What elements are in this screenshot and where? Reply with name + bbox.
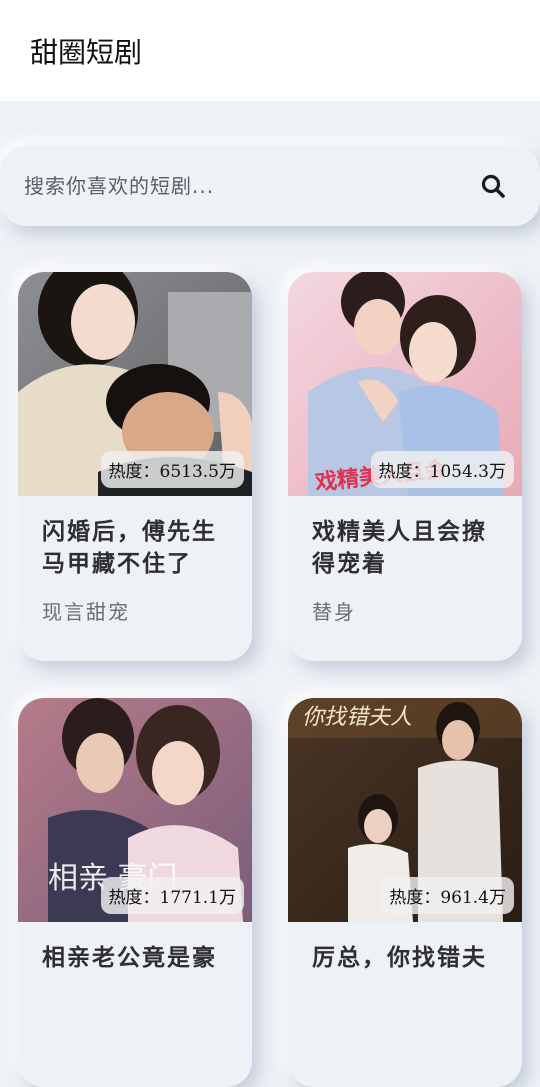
drama-tag xyxy=(288,974,522,990)
drama-title: 厉总，你找错夫 xyxy=(312,945,487,971)
drama-card[interactable]: 戏精美人且会 热度：1054.3万 戏精美人且会撩得宠着 替身 xyxy=(288,272,522,661)
poster-title-art: 你找错夫人 xyxy=(302,705,412,730)
heat-badge: 热度：961.4万 xyxy=(381,877,514,914)
heat-badge: 热度：6513.5万 xyxy=(100,451,244,488)
search-input[interactable] xyxy=(24,174,478,198)
drama-card[interactable]: 相亲 豪门 热度：1771.1万 相亲老公竟是豪 xyxy=(18,698,252,1087)
drama-card[interactable]: 热度：6513.5万 闪婚后，傅先生马甲藏不住了 现言甜宠 xyxy=(18,272,252,661)
drama-tag: 现言甜宠 xyxy=(42,600,130,624)
drama-card[interactable]: 你找错夫人 热度：961.4万 厉总，你找错夫 xyxy=(288,698,522,1087)
drama-poster[interactable]: 相亲 豪门 热度：1771.1万 xyxy=(18,698,252,922)
drama-tag: 替身 xyxy=(312,600,356,624)
drama-poster[interactable]: 戏精美人且会 热度：1054.3万 xyxy=(288,272,522,496)
heat-badge: 热度：1771.1万 xyxy=(100,877,244,914)
search-icon[interactable] xyxy=(478,171,508,201)
app-title: 甜圈短剧 xyxy=(30,35,143,69)
app-bar: 甜圈短剧 xyxy=(0,0,540,101)
drama-title: 闪婚后，傅先生马甲藏不住了 xyxy=(42,519,217,577)
heat-badge: 热度：1054.3万 xyxy=(370,451,514,488)
drama-title: 戏精美人且会撩得宠着 xyxy=(312,519,487,577)
drama-poster[interactable]: 热度：6513.5万 xyxy=(18,272,252,496)
search-bar[interactable] xyxy=(0,146,540,226)
drama-tag xyxy=(18,974,252,990)
drama-title: 相亲老公竟是豪 xyxy=(42,945,217,971)
drama-poster[interactable]: 你找错夫人 热度：961.4万 xyxy=(288,698,522,922)
